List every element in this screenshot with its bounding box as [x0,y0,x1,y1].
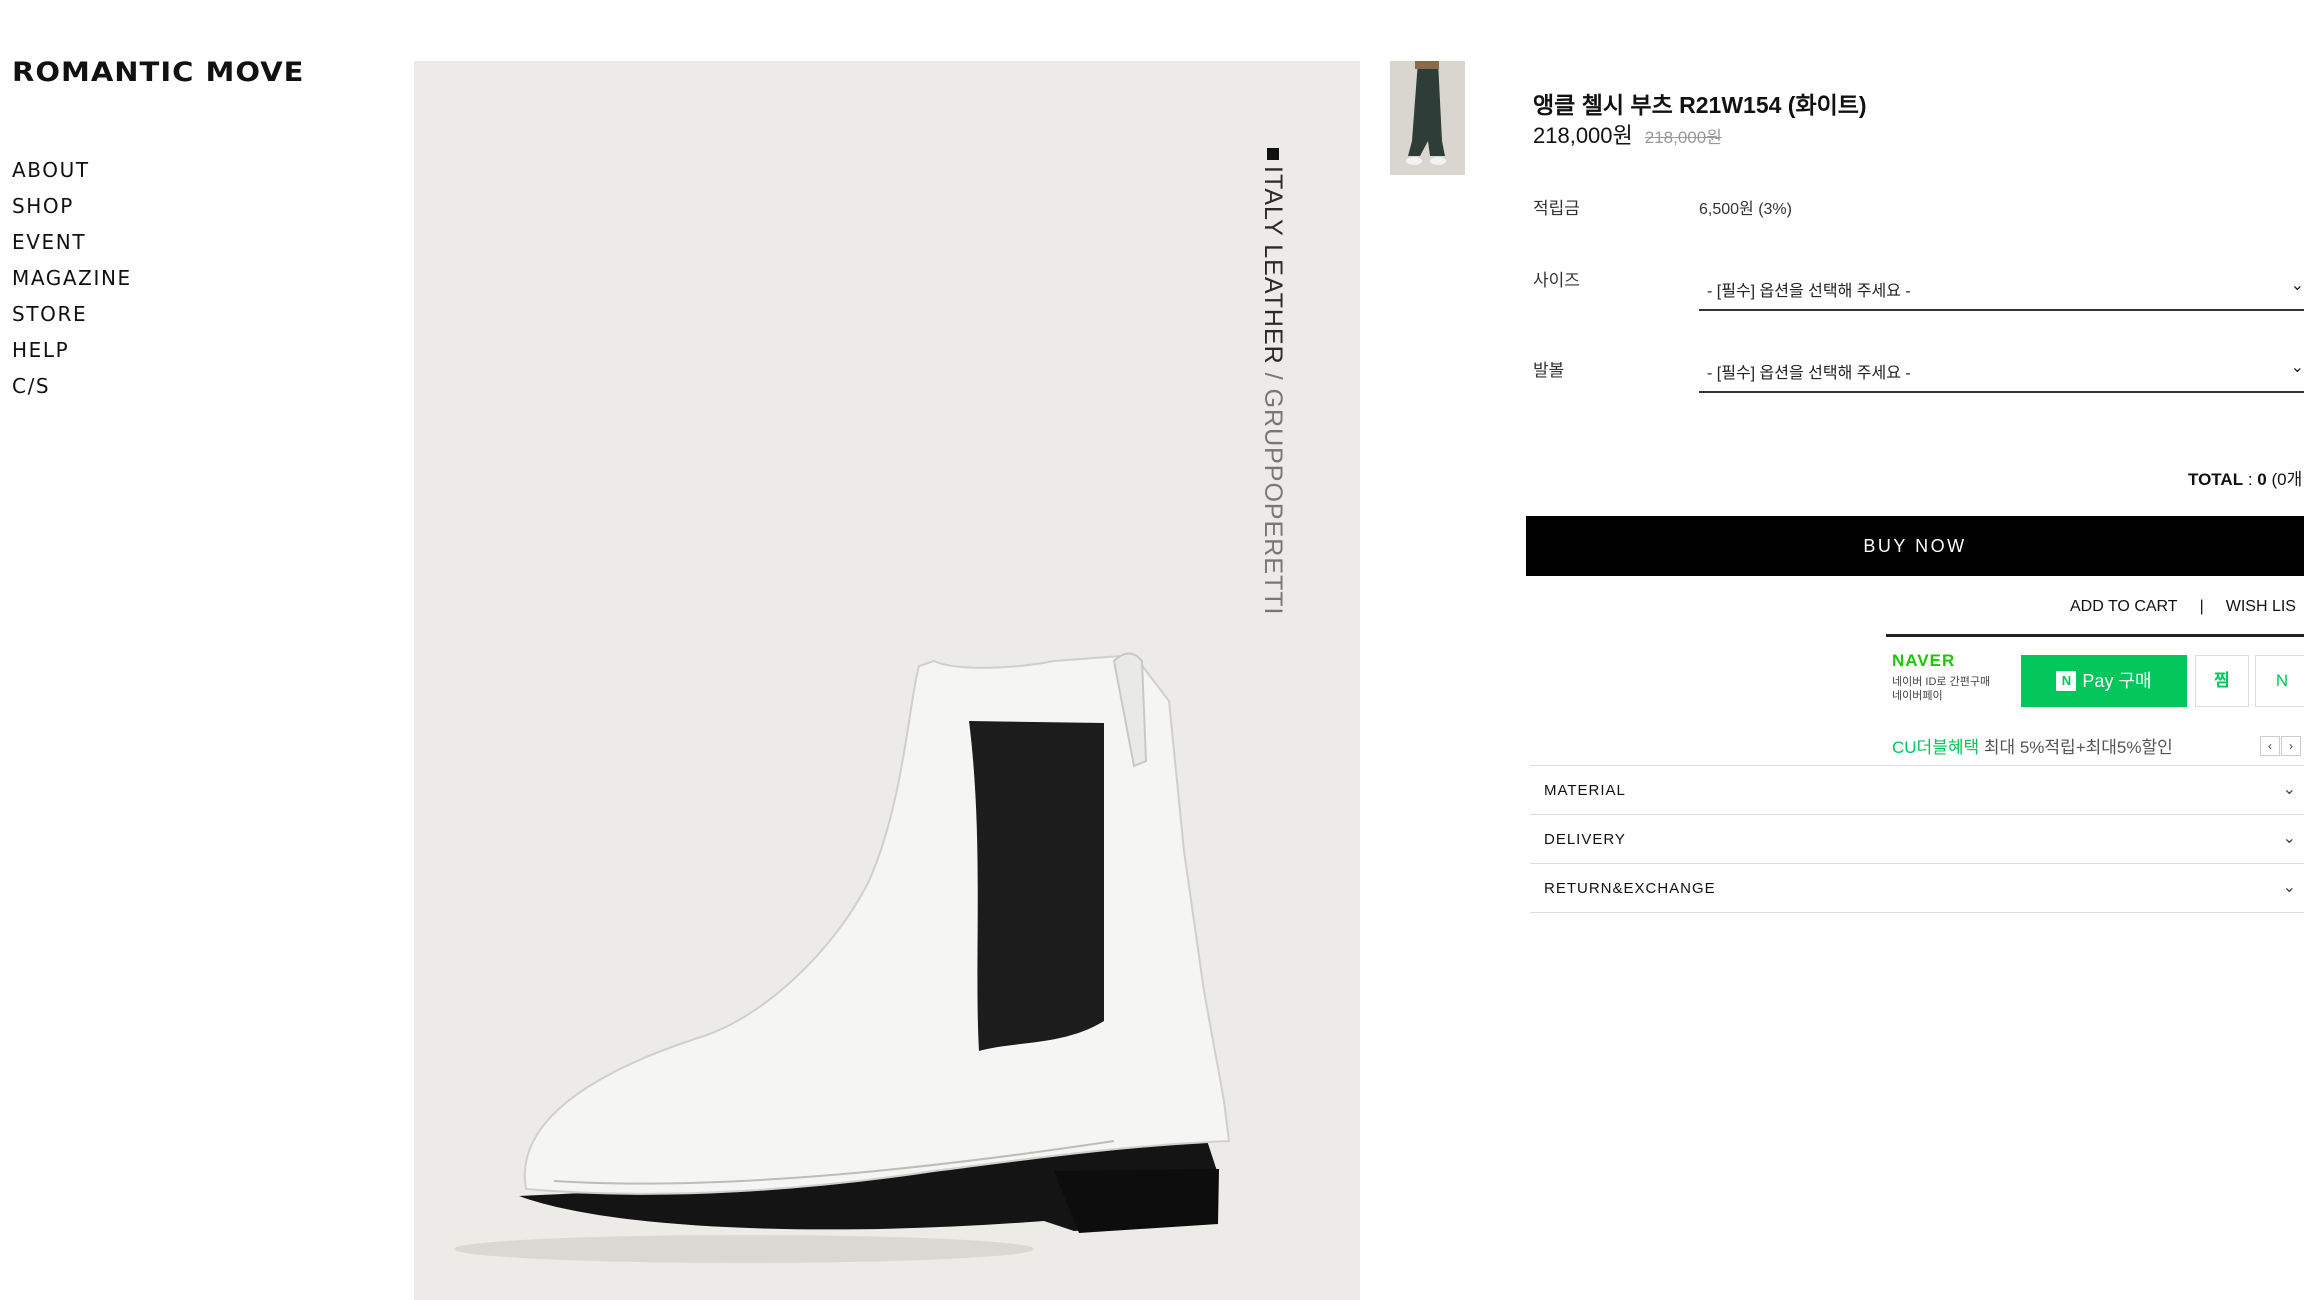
chevron-down-icon: ⌄ [2282,879,2296,896]
product-name: 앵클 첼시 부츠 R21W154 (화이트) [1533,92,1867,118]
benefit-highlight: CU더블혜택 [1892,738,1980,757]
add-to-cart-link[interactable]: ADD TO CART [2070,598,2178,615]
cart-wish-links: ADD TO CART | WISH LIS [2070,598,2296,616]
size-label: 사이즈 [1533,271,1580,290]
sale-price: 218,000원 [1533,123,1633,148]
order-total: TOTAL : 0 (0개 [2188,465,2302,490]
size-select[interactable]: - [필수] 옵션을 선택해 주세요 - ⌄ [1699,265,2304,311]
width-label: 발볼 [1533,361,1565,380]
accordion-return-exchange[interactable]: RETURN&EXCHANGE ⌄ [1530,863,2304,912]
naver-logo: NAVER [1892,651,1956,670]
nav-item-magazine[interactable]: MAGAZINE [12,260,132,296]
naver-talk-icon: N [2275,671,2289,690]
brand-logo[interactable]: ROMANTIC MOVE [12,56,305,87]
caption-dark-text: ITALY LEATHER [1259,166,1287,365]
caption-light-text: GRUPPOPERETTI [1259,388,1287,616]
accordion-divider [1530,912,2304,913]
thumbnail-model-image [1390,61,1465,175]
accordion-material[interactable]: MATERIAL ⌄ [1530,765,2304,814]
naver-pay-desc-line2: 네이버페이 [1892,690,1943,702]
naver-n-icon: N [2056,671,2077,691]
accordion-title: RETURN&EXCHANGE [1544,880,1716,897]
naver-talk-button[interactable]: N [2255,655,2304,707]
chevron-right-icon[interactable]: › [2281,736,2301,756]
accordion-title: DELIVERY [1544,831,1626,848]
chelsea-boot-illustration [454,652,1231,1263]
naver-pay-buy-button[interactable]: N Pay 구매 [2021,655,2187,707]
points-value: 6,500원 (3%) [1699,201,1792,218]
original-price: 218,000원 [1644,128,1722,147]
chevron-down-icon: ⌄ [2290,359,2304,376]
wish-list-link[interactable]: WISH LIS [2226,598,2296,615]
caption-marker-icon [1267,148,1279,160]
hero-vertical-caption: ITALY LEATHER / GRUPPOPERETTI [1258,148,1287,615]
benefit-arrows: ‹ › [2260,736,2302,756]
size-select-value: - [필수] 옵션을 선택해 주세요 - [1707,283,1911,300]
benefit-text: 최대 5%적립+최대5%할인 [1979,738,2173,757]
product-price-row: 218,000원 218,000원 [1533,118,1722,150]
product-thumbnail[interactable] [1390,61,1465,175]
width-select[interactable]: - [필수] 옵션을 선택해 주세요 - ⌄ [1699,347,2304,393]
caption-separator: / [1259,364,1287,389]
main-nav: ABOUT SHOP EVENT MAGAZINE STORE HELP C/S [12,152,132,404]
total-label: TOTAL [2188,470,2244,489]
total-count: (0개 [2266,470,2303,489]
nav-item-help[interactable]: HELP [12,332,132,368]
naver-benefit-banner[interactable]: CU더블혜택 최대 5%적립+최대5%할인 [1892,733,2173,758]
nav-item-about[interactable]: ABOUT [12,152,132,188]
naver-pay-widget: NAVER 네이버 ID로 간편구매 네이버페이 N Pay 구매 찜 N [1886,634,2304,715]
buy-now-button[interactable]: BUY NOW [1526,516,2304,576]
chevron-left-icon[interactable]: ‹ [2260,736,2280,756]
nav-item-store[interactable]: STORE [12,296,132,332]
chevron-down-icon: ⌄ [2290,277,2304,294]
width-select-value: - [필수] 옵션을 선택해 주세요 - [1707,365,1911,382]
points-label: 적립금 [1533,199,1580,218]
naver-pay-desc-line1: 네이버 ID로 간편구매 [1892,676,1991,688]
nav-item-event[interactable]: EVENT [12,224,132,260]
naver-zzim-button[interactable]: 찜 [2195,655,2249,707]
chevron-down-icon: ⌄ [2282,830,2296,847]
chevron-down-icon: ⌄ [2282,781,2296,798]
total-amount: 0 [2257,470,2267,489]
nav-item-cs[interactable]: C/S [12,368,132,404]
nav-item-shop[interactable]: SHOP [12,188,132,224]
accordion-title: MATERIAL [1544,782,1626,799]
naver-pay-label: Pay 구매 [2082,671,2152,691]
product-main-image [414,61,1360,1300]
link-separator: | [2199,598,2204,615]
naver-pay-description: 네이버 ID로 간편구매 네이버페이 [1892,675,2022,703]
total-sep: : [2243,470,2258,489]
accordion-delivery[interactable]: DELIVERY ⌄ [1530,814,2304,863]
